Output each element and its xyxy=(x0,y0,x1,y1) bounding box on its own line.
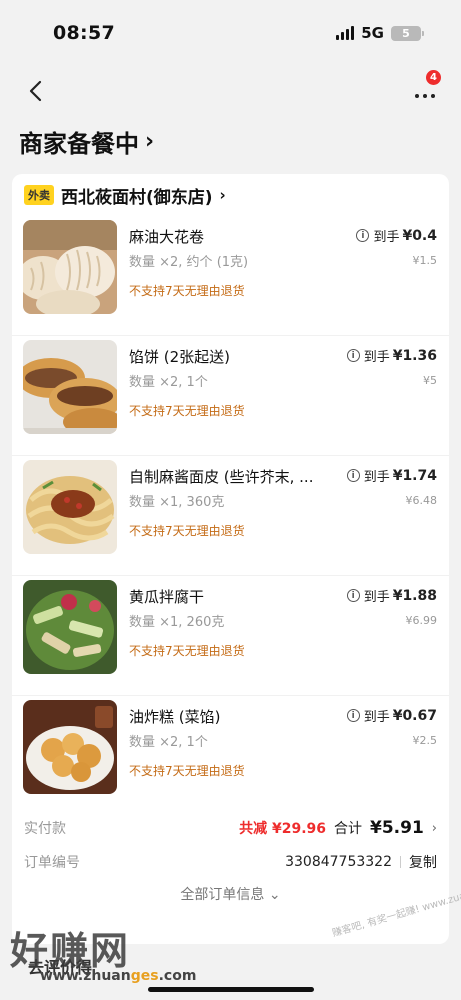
item-quantity: 数量 ×1, 260克 xyxy=(129,615,225,630)
original-price: ¥6.99 xyxy=(405,614,438,627)
status-time: 08:57 xyxy=(53,22,115,44)
order-number-label: 订单编号 xyxy=(24,855,80,871)
info-icon: i xyxy=(346,709,360,722)
original-price: ¥1.5 xyxy=(412,254,438,267)
chevron-right-icon: › xyxy=(145,129,155,154)
list-item[interactable]: 黄瓜拌腐干 数量 ×1, 260克 不支持7天无理由退货 i 到手 ¥1.88 … xyxy=(12,576,449,696)
order-number: 330847753322 xyxy=(285,854,392,870)
chevron-down-icon: ⌄ xyxy=(268,887,281,903)
item-image xyxy=(23,220,117,314)
all-order-info-label: 全部订单信息 xyxy=(180,887,265,903)
order-number-row: 订单编号 330847753322 复制 xyxy=(12,847,449,877)
net-price-value: ¥0.67 xyxy=(392,707,437,724)
chevron-right-icon: › xyxy=(431,820,437,836)
order-status-title[interactable]: 商家备餐中 › xyxy=(19,124,154,159)
net-price[interactable]: i 到手 ¥1.74 xyxy=(346,466,437,485)
status-bar: 08:57 5G 5 xyxy=(0,0,461,66)
store-name: 西北莜面村(御东店) xyxy=(61,187,213,208)
item-quantity: 数量 ×1, 360克 xyxy=(129,495,225,510)
item-name: 油炸糕 (菜馅) xyxy=(129,708,221,726)
order-number-group: 330847753322 复制 xyxy=(285,852,437,872)
item-name: 自制麻酱面皮 (些许芥末, ... xyxy=(129,468,314,486)
watermark-logo: 好赚网 xyxy=(10,929,131,973)
item-image xyxy=(23,460,117,554)
item-list: 麻油大花卷 数量 ×2, 约个 (1克) 不支持7天无理由退货 i 到手 ¥0.… xyxy=(12,216,449,816)
item-quantity: 数量 ×2, 1个 xyxy=(129,735,208,750)
original-price: ¥2.5 xyxy=(412,734,438,747)
net-label: 到手 xyxy=(363,710,390,725)
chevron-left-icon xyxy=(29,80,42,102)
item-name: 黄瓜拌腐干 xyxy=(129,588,205,606)
net-price[interactable]: i 到手 ¥1.88 xyxy=(346,586,437,605)
chevron-right-icon: › xyxy=(219,186,226,204)
order-card: 外卖 西北莜面村(御东店) › 麻油大花卷 数量 ×2, 约个 (1克) 不支持… xyxy=(12,174,449,944)
return-policy: 不支持7天无理由退货 xyxy=(129,764,245,778)
net-price-value: ¥1.36 xyxy=(392,347,437,364)
network-type: 5G xyxy=(361,24,384,42)
notification-badge: 4 xyxy=(426,70,441,85)
home-indicator xyxy=(148,987,314,992)
nav-bar: 4 xyxy=(0,66,461,116)
net-label: 到手 xyxy=(363,470,390,485)
item-name: 馅饼 (2张起送) xyxy=(129,348,231,366)
net-price[interactable]: i 到手 ¥0.4 xyxy=(356,226,437,245)
list-item[interactable]: 自制麻酱面皮 (些许芥末, ... 数量 ×1, 360克 不支持7天无理由退货… xyxy=(12,456,449,576)
watermark-url: www.zhuanges.com xyxy=(40,968,197,984)
return-policy: 不支持7天无理由退货 xyxy=(129,644,245,658)
list-item[interactable]: 麻油大花卷 数量 ×2, 约个 (1克) 不支持7天无理由退货 i 到手 ¥0.… xyxy=(12,216,449,336)
net-price-value: ¥1.74 xyxy=(392,467,437,484)
net-price[interactable]: i 到手 ¥1.36 xyxy=(346,346,437,365)
net-price-value: ¥1.88 xyxy=(392,587,437,604)
item-quantity: 数量 ×2, 1个 xyxy=(129,375,208,390)
delivery-tag: 外卖 xyxy=(24,185,54,205)
battery-icon: 5 xyxy=(391,25,424,41)
more-button[interactable]: 4 xyxy=(413,70,443,104)
return-policy: 不支持7天无理由退货 xyxy=(129,404,245,418)
info-icon: i xyxy=(346,469,360,482)
item-image xyxy=(23,580,117,674)
all-order-info-toggle[interactable]: 全部订单信息 ⌄ xyxy=(12,884,449,904)
net-label: 到手 xyxy=(363,590,390,605)
payment-summary: 共减 ¥29.96 合计 ¥5.91 › xyxy=(239,818,437,838)
payment-label: 实付款 xyxy=(24,821,66,837)
item-image xyxy=(23,700,117,794)
divider xyxy=(400,856,401,868)
list-item[interactable]: 馅饼 (2张起送) 数量 ×2, 1个 不支持7天无理由退货 i 到手 ¥1.3… xyxy=(12,336,449,456)
store-header[interactable]: 外卖 西北莜面村(御东店) › xyxy=(24,182,226,208)
discount-amount: 共减 ¥29.96 xyxy=(239,821,327,837)
battery-level: 5 xyxy=(402,26,410,40)
back-button[interactable] xyxy=(22,76,52,106)
list-item[interactable]: 油炸糕 (菜馅) 数量 ×2, 1个 不支持7天无理由退货 i 到手 ¥0.67… xyxy=(12,696,449,816)
original-price: ¥6.48 xyxy=(405,494,438,507)
order-status-text: 商家备餐中 xyxy=(19,130,139,158)
info-icon: i xyxy=(356,229,370,242)
original-price: ¥5 xyxy=(423,374,437,387)
status-indicators: 5G 5 xyxy=(336,24,424,42)
signal-icon xyxy=(336,26,355,40)
net-label: 到手 xyxy=(373,230,400,245)
total-amount: ¥5.91 xyxy=(370,818,424,838)
return-policy: 不支持7天无理由退货 xyxy=(129,284,245,298)
item-name: 麻油大花卷 xyxy=(129,228,205,246)
total-label: 合计 xyxy=(334,821,363,837)
more-icon xyxy=(415,94,435,98)
net-label: 到手 xyxy=(363,350,390,365)
info-icon: i xyxy=(346,349,360,362)
item-image xyxy=(23,340,117,434)
net-price-value: ¥0.4 xyxy=(402,227,437,244)
copy-button[interactable]: 复制 xyxy=(409,852,437,872)
info-icon: i xyxy=(346,589,360,602)
return-policy: 不支持7天无理由退货 xyxy=(129,524,245,538)
payment-row[interactable]: 实付款 共减 ¥29.96 合计 ¥5.91 › xyxy=(12,813,449,843)
net-price[interactable]: i 到手 ¥0.67 xyxy=(346,706,437,725)
item-quantity: 数量 ×2, 约个 (1克) xyxy=(129,255,249,270)
